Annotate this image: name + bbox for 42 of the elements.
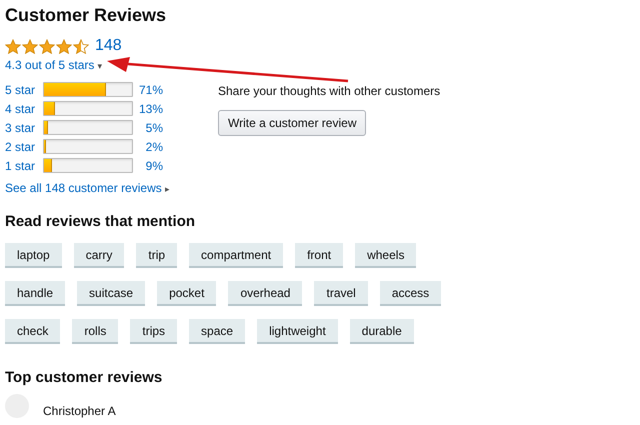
keyword-chip[interactable]: compartment bbox=[189, 243, 284, 268]
percent-link[interactable]: 9% bbox=[133, 158, 163, 172]
star-icon bbox=[39, 38, 55, 54]
percent-link[interactable]: 2% bbox=[133, 140, 163, 154]
keyword-chip[interactable]: access bbox=[380, 281, 442, 306]
star-filter-link[interactable]: 3 star bbox=[5, 120, 43, 134]
star-icon bbox=[22, 38, 38, 54]
keyword-chip[interactable]: lightweight bbox=[257, 319, 338, 344]
review-count-link[interactable]: 148 bbox=[95, 37, 122, 55]
keyword-chip[interactable]: trips bbox=[130, 319, 178, 344]
star-filter-link[interactable]: 2 star bbox=[5, 140, 43, 154]
see-all-reviews-link[interactable]: See all 148 customer reviews ▸ bbox=[5, 181, 170, 195]
percent-link[interactable]: 5% bbox=[133, 120, 163, 134]
keyword-chip[interactable]: trip bbox=[136, 243, 178, 268]
section-title: Customer Reviews bbox=[5, 4, 168, 26]
keyword-chip[interactable]: overhead bbox=[228, 281, 302, 306]
keyword-chip[interactable]: front bbox=[295, 243, 344, 268]
keyword-chip[interactable]: pocket bbox=[157, 281, 216, 306]
star-filter-link[interactable]: 4 star bbox=[5, 102, 43, 116]
section-title: Read reviews that mention bbox=[5, 213, 196, 231]
write-review-button[interactable]: Write a customer review bbox=[218, 110, 366, 136]
star-filter-link[interactable]: 1 star bbox=[5, 158, 43, 172]
section-title: Top customer reviews bbox=[5, 369, 164, 387]
reviewer-name: Christopher A bbox=[43, 405, 116, 418]
keyword-chip[interactable]: travel bbox=[314, 281, 368, 306]
rating-link[interactable]: 4.3 out of 5 stars ▾ bbox=[5, 58, 103, 72]
keyword-chip[interactable]: wheels bbox=[355, 243, 416, 268]
keyword-chip[interactable]: check bbox=[5, 319, 60, 344]
percent-link[interactable]: 71% bbox=[133, 82, 163, 96]
star-icon bbox=[5, 38, 21, 54]
share-prompt: Share your thoughts with other customers bbox=[218, 84, 440, 98]
keyword-chip[interactable]: suitcase bbox=[77, 281, 146, 306]
keyword-chip[interactable]: carry bbox=[74, 243, 124, 268]
keyword-chip[interactable]: handle bbox=[5, 281, 66, 306]
star-filter-link[interactable]: 5 star bbox=[5, 82, 43, 96]
star-icon bbox=[56, 38, 72, 54]
keyword-chip[interactable]: space bbox=[189, 319, 246, 344]
percent-link[interactable]: 13% bbox=[133, 102, 163, 116]
keyword-chip[interactable]: durable bbox=[350, 319, 414, 344]
keyword-chip[interactable]: rolls bbox=[72, 319, 118, 344]
star-icon bbox=[73, 38, 89, 54]
keyword-chip[interactable]: laptop bbox=[5, 243, 62, 268]
